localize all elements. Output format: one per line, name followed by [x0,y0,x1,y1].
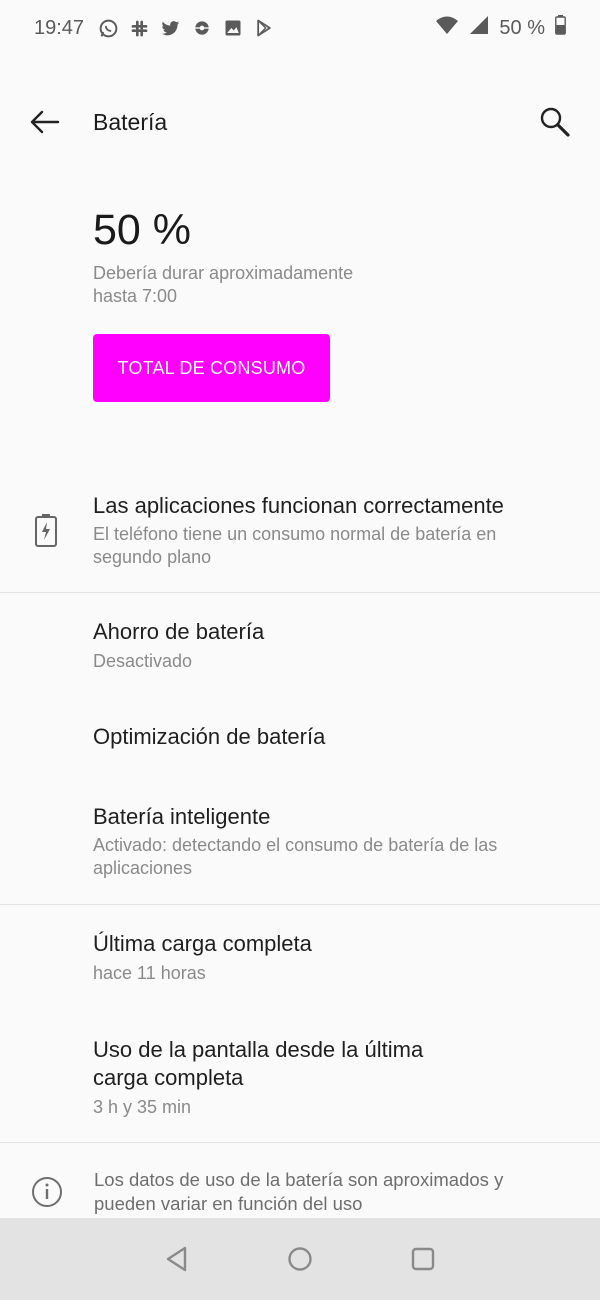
search-icon [540,107,570,137]
battery-percent: 50 % [499,16,545,39]
screen-usage-title: Uso de la pantalla desde la última carga… [93,1037,424,1090]
battery-charging-icon [31,512,61,548]
battery-saver-status: Desactivado [93,651,193,671]
smart-battery-title: Batería inteligente [93,804,271,829]
screen-usage-value: 3 h y 35 min [93,1097,192,1117]
whatsapp-icon [98,18,119,39]
battery-saver-title: Ahorro de batería [93,619,265,644]
slack-icon [129,18,150,39]
apps-status-subtitle: El teléfono tiene un consumo normal de b… [93,524,497,567]
app-bar: Batería [0,92,600,152]
home-circle-icon [288,1247,312,1271]
battery-level: 50 % [93,206,192,254]
battery-optimization-row[interactable]: Optimización de batería [0,710,600,770]
last-full-charge-value: hace 11 horas [93,963,206,983]
divider [0,592,600,593]
smart-battery-status: Activado: detectando el consumo de bater… [93,835,498,878]
system-indicators: 50 % [435,15,566,41]
last-full-charge-title: Última carga completa [93,931,312,956]
nav-recents-button[interactable] [403,1239,443,1279]
nav-back-button[interactable] [157,1239,197,1279]
total-usage-button[interactable]: TOTAL DE CONSUMO [93,334,330,402]
apps-status-title: Las aplicaciones funcionan correctamente [93,493,504,518]
navigation-bar [0,1218,600,1300]
nav-home-button[interactable] [280,1239,320,1279]
battery-optimization-title: Optimización de batería [93,724,326,749]
twitter-icon [160,18,181,39]
battery-icon [555,15,566,41]
status-bar: 19:47 50 % [0,0,600,56]
image-icon [222,18,243,39]
apps-status-row[interactable]: Las aplicaciones funcionan correctamente… [0,480,600,592]
arrow-left-icon [30,110,60,134]
divider [0,904,600,905]
recents-square-icon [411,1247,435,1271]
battery-data-note: Los datos de uso de la batería son aprox… [94,1169,504,1214]
back-triangle-icon [166,1246,187,1272]
battery-estimate: Debería durar aproximadamente hasta 7:00 [93,263,354,306]
wifi-icon [435,15,459,41]
page-title: Batería [93,108,168,135]
back-button[interactable] [24,101,66,143]
battery-saver-row[interactable]: Ahorro de batería Desactivado [0,605,600,690]
battery-summary: 50 % Debería durar aproximadamente hasta… [93,200,553,308]
signal-icon [469,15,489,41]
search-button[interactable] [534,101,576,143]
status-time: 19:47 [34,16,85,39]
play-store-icon [253,18,274,39]
smart-battery-row[interactable]: Batería inteligente Activado: detectando… [0,790,600,902]
info-icon [30,1175,64,1209]
notification-icons [98,18,274,39]
pokeball-icon [191,18,212,39]
divider [0,1142,600,1143]
last-full-charge-row: Última carga completa hace 11 horas [0,918,600,998]
screen-usage-row: Uso de la pantalla desde la última carga… [0,1024,600,1134]
